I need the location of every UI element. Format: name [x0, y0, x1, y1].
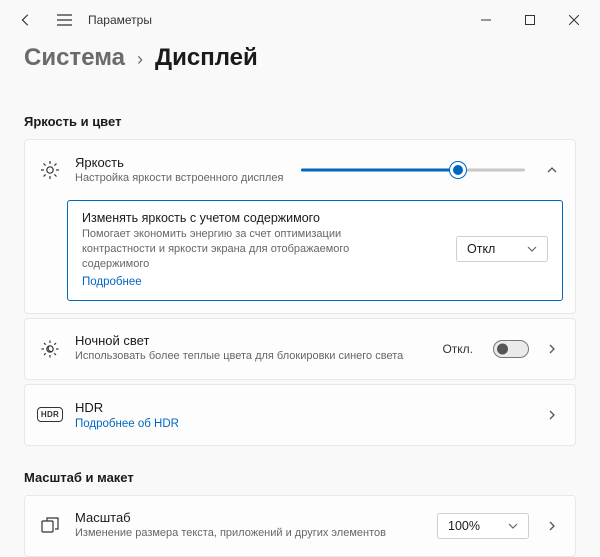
content-adaptive-dropdown-value: Откл — [467, 242, 495, 256]
window-title: Параметры — [88, 13, 152, 27]
chevron-right-icon — [546, 520, 558, 532]
brightness-title: Яркость — [75, 155, 283, 170]
close-icon — [569, 15, 579, 25]
section-brightness-color: Яркость и цвет — [24, 114, 576, 129]
hdr-card[interactable]: HDR HDR Подробнее об HDR — [24, 384, 576, 446]
breadcrumb-current: Дисплей — [155, 44, 258, 72]
night-light-subtitle: Использовать более теплые цвета для блок… — [75, 349, 415, 363]
chevron-right-icon — [546, 409, 558, 421]
night-light-icon — [39, 339, 61, 359]
hdr-more-link[interactable]: Подробнее об HDR — [75, 418, 179, 430]
content-adaptive-card: Изменять яркость с учетом содержимого По… — [67, 200, 563, 301]
maximize-icon — [525, 15, 535, 25]
scale-dropdown-value: 100% — [448, 519, 480, 533]
content-adaptive-more-link[interactable]: Подробнее — [82, 276, 142, 288]
minimize-button[interactable] — [464, 4, 508, 36]
minimize-icon — [481, 15, 491, 25]
arrow-left-icon — [19, 13, 33, 27]
night-light-title: Ночной свет — [75, 333, 428, 348]
breadcrumb: Система › Дисплей — [0, 40, 600, 90]
back-button[interactable] — [16, 10, 36, 30]
scale-icon — [39, 517, 61, 535]
breadcrumb-parent[interactable]: Система — [24, 44, 125, 72]
brightness-card: Яркость Настройка яркости встроенного ди… — [24, 139, 576, 314]
section-scale-layout: Масштаб и макет — [24, 470, 576, 485]
brightness-slider[interactable] — [301, 161, 525, 179]
chevron-up-icon — [546, 164, 558, 176]
hdr-icon: HDR — [39, 407, 61, 422]
scale-dropdown[interactable]: 100% — [437, 513, 529, 539]
content-adaptive-title: Изменять яркость с учетом содержимого — [82, 211, 442, 225]
brightness-icon — [39, 160, 61, 180]
brightness-row[interactable]: Яркость Настройка яркости встроенного ди… — [25, 140, 575, 200]
hdr-chevron[interactable] — [543, 409, 561, 421]
brightness-subtitle: Настройка яркости встроенного дисплея — [75, 171, 283, 185]
night-light-toggle[interactable] — [493, 340, 529, 358]
scale-subtitle: Изменение размера текста, приложений и д… — [75, 526, 415, 540]
hamburger-icon — [57, 14, 72, 26]
content-adaptive-dropdown[interactable]: Откл — [456, 236, 548, 262]
chevron-right-icon — [546, 343, 558, 355]
brightness-expand-button[interactable] — [543, 164, 561, 176]
chevron-down-icon — [508, 521, 518, 531]
night-light-card[interactable]: Ночной свет Использовать более теплые цв… — [24, 318, 576, 380]
scale-card[interactable]: Масштаб Изменение размера текста, прилож… — [24, 495, 576, 557]
scale-chevron[interactable] — [543, 520, 561, 532]
night-light-state-label: Откл. — [442, 342, 473, 356]
content-adaptive-description: Помогает экономить энергию за счет оптим… — [82, 227, 412, 272]
breadcrumb-separator: › — [137, 49, 143, 70]
hdr-title: HDR — [75, 400, 529, 415]
maximize-button[interactable] — [508, 4, 552, 36]
menu-button[interactable] — [54, 10, 74, 30]
scale-title: Масштаб — [75, 510, 423, 525]
titlebar: Параметры — [0, 0, 600, 40]
chevron-down-icon — [527, 244, 537, 254]
night-light-chevron[interactable] — [543, 343, 561, 355]
close-button[interactable] — [552, 4, 596, 36]
